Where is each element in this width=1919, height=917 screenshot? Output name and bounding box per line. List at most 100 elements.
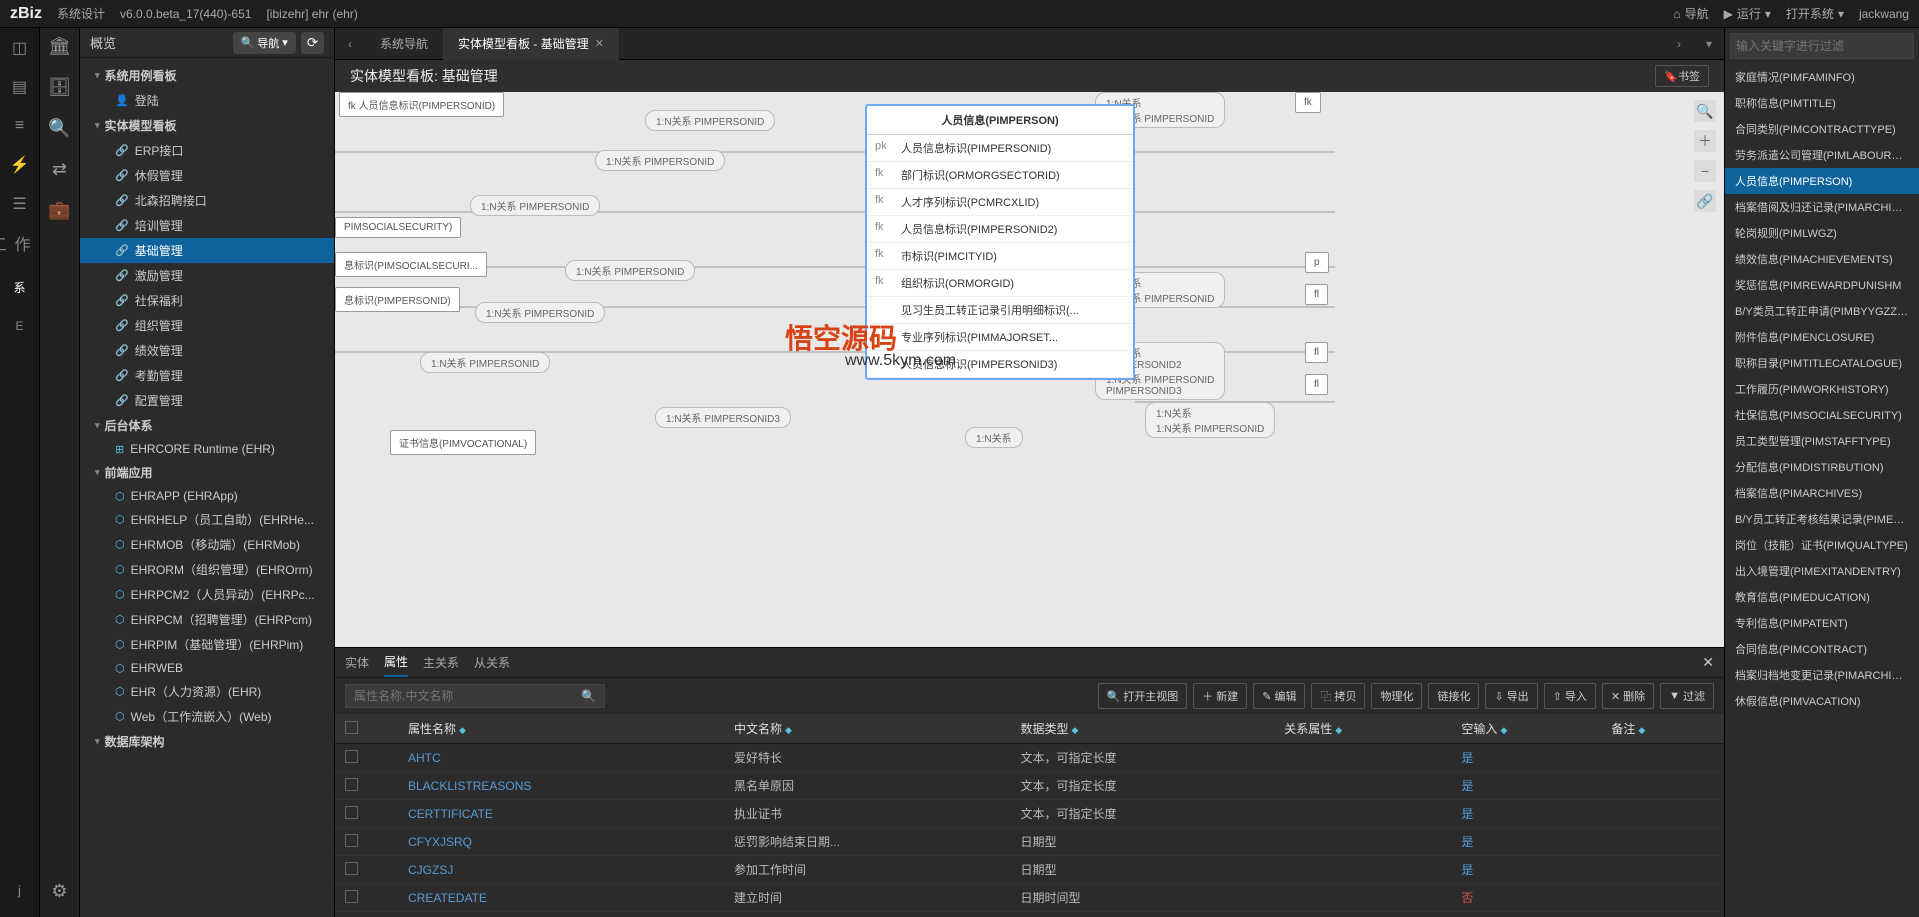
- table-row[interactable]: AHTC爱好特长文本，可指定长度是: [335, 744, 1724, 772]
- physical-button[interactable]: 物理化: [1371, 683, 1422, 709]
- tree-item[interactable]: 🔗培训管理: [80, 213, 334, 238]
- tree-item[interactable]: 🔗社保福利: [80, 288, 334, 313]
- entity-list-item[interactable]: B/Y员工转正考核结果记录(PIMEXAM: [1725, 506, 1919, 532]
- close-icon[interactable]: ✕: [1702, 654, 1714, 671]
- entity-list-item[interactable]: 合同信息(PIMCONTRACT): [1725, 636, 1919, 662]
- entity-box[interactable]: PIMSOCIALSECURITY): [335, 217, 461, 238]
- entity-main-box[interactable]: 人员信息(PIMPERSON) pk人员信息标识(PIMPERSONID)fk部…: [865, 104, 1135, 380]
- search-icon[interactable]: 🔍: [1694, 100, 1716, 122]
- tree-section[interactable]: ▾前端应用: [80, 460, 334, 485]
- tree-item[interactable]: 🔗北森招聘接口: [80, 188, 334, 213]
- close-icon[interactable]: ✕: [595, 37, 604, 50]
- table-row[interactable]: CREATEMAN建立人文本，可指定长度否: [335, 912, 1724, 917]
- entity-list-item[interactable]: 职称目录(PIMTITLECATALOGUE): [1725, 350, 1919, 376]
- entity-list-item[interactable]: 档案信息(PIMARCHIVES): [1725, 480, 1919, 506]
- nav-menu[interactable]: ⌂导航: [1673, 5, 1708, 22]
- entity-field[interactable]: pk人员信息标识(PIMPERSONID): [867, 135, 1133, 162]
- table-row[interactable]: CFYXJSRQ惩罚影响结束日期...日期型是: [335, 828, 1724, 856]
- user-label[interactable]: jackwang: [1859, 7, 1909, 21]
- entity-list-item[interactable]: 岗位（技能）证书(PIMQUALTYPE): [1725, 532, 1919, 558]
- database-icon[interactable]: ≡: [8, 114, 32, 138]
- tree-item[interactable]: 🔗ERP接口: [80, 138, 334, 163]
- fk-box[interactable]: fl: [1305, 284, 1328, 305]
- zoom-out-icon[interactable]: −: [1694, 160, 1716, 182]
- tree-item[interactable]: 🔗休假管理: [80, 163, 334, 188]
- filter-button[interactable]: ▼过滤: [1660, 683, 1714, 709]
- col-type[interactable]: 数据类型◆: [1010, 714, 1274, 744]
- row-checkbox[interactable]: [345, 778, 358, 791]
- tree-item[interactable]: ⬡EHRPCM2（人员异动）(EHRPc...: [80, 582, 334, 607]
- entity-list-item[interactable]: 家庭情况(PIMFAMINFO): [1725, 64, 1919, 90]
- row-checkbox[interactable]: [345, 890, 358, 903]
- table-row[interactable]: CREATEDATE建立时间日期时间型否: [335, 884, 1724, 912]
- export-button[interactable]: ⇩导出: [1485, 683, 1537, 709]
- entity-list-item[interactable]: 社保信息(PIMSOCIALSECURITY): [1725, 402, 1919, 428]
- tree-item[interactable]: ⬡EHRMOB（移动端）(EHRMob): [80, 532, 334, 557]
- briefcase-icon[interactable]: 💼: [48, 200, 70, 221]
- tree-item[interactable]: 👤登陆: [80, 88, 334, 113]
- tree-item[interactable]: 🔗配置管理: [80, 388, 334, 413]
- bolt-icon[interactable]: ⚡: [8, 153, 32, 177]
- entity-field[interactable]: fk组织标识(ORMORGID): [867, 270, 1133, 297]
- e-label[interactable]: E: [8, 314, 32, 338]
- tab-entity[interactable]: 实体: [345, 649, 369, 676]
- tab-attribute[interactable]: 属性: [384, 648, 408, 677]
- import-button[interactable]: ⇧导入: [1544, 683, 1596, 709]
- entity-list-item[interactable]: 轮岗规则(PIMLWGZ): [1725, 220, 1919, 246]
- fk-box[interactable]: fk: [1295, 92, 1321, 113]
- col-name[interactable]: 属性名称◆: [398, 714, 724, 744]
- entity-list-item[interactable]: 人员信息(PIMPERSON): [1725, 168, 1919, 194]
- dashboard-icon[interactable]: ◫: [8, 36, 32, 60]
- entity-list-item[interactable]: 工作履历(PIMWORKHISTORY): [1725, 376, 1919, 402]
- entity-list-item[interactable]: 附件信息(PIMENCLOSURE): [1725, 324, 1919, 350]
- entity-field[interactable]: fk人才序列标识(PCMRCXLID): [867, 189, 1133, 216]
- zoom-in-icon[interactable]: ＋: [1694, 130, 1716, 152]
- tab-sub-rel[interactable]: 从关系: [474, 649, 510, 676]
- list-icon[interactable]: ☰: [8, 192, 32, 216]
- row-checkbox[interactable]: [345, 750, 358, 763]
- new-button[interactable]: ＋新建: [1193, 683, 1247, 709]
- er-diagram[interactable]: fk 人员信息标识(PIMPERSONID) 1:N关系 PIMPERSONID…: [335, 92, 1724, 647]
- fk-box[interactable]: fl: [1305, 342, 1328, 363]
- fk-box[interactable]: fl: [1305, 374, 1328, 395]
- copy-button[interactable]: ⿻拷贝: [1311, 683, 1365, 709]
- entity-list-item[interactable]: 教育信息(PIMEDUCATION): [1725, 584, 1919, 610]
- table-row[interactable]: CERTTIFICATE执业证书文本，可指定长度是: [335, 800, 1724, 828]
- tab-entity-board[interactable]: 实体模型看板 - 基础管理✕: [443, 28, 619, 60]
- entity-list-item[interactable]: 分配信息(PIMDISTIRBUTION): [1725, 454, 1919, 480]
- entity-field[interactable]: 见习生员工转正记录引用明细标识(...: [867, 297, 1133, 324]
- entity-list-item[interactable]: 档案借阅及归还记录(PIMARCHIVES: [1725, 194, 1919, 220]
- tabs-menu[interactable]: ▾: [1694, 37, 1724, 51]
- fk-box[interactable]: p: [1305, 252, 1329, 273]
- tree-item[interactable]: 🔗考勤管理: [80, 363, 334, 388]
- tree-item[interactable]: ⊞EHRCORE Runtime (EHR): [80, 438, 334, 460]
- db-icon[interactable]: 🗄: [48, 77, 71, 98]
- swap-icon[interactable]: ⇄: [52, 159, 67, 180]
- entity-field[interactable]: fk人员信息标识(PIMPERSONID2): [867, 216, 1133, 243]
- tabs-prev[interactable]: ‹: [335, 37, 365, 51]
- entity-list-item[interactable]: B/Y类员工转正申请(PIMBYYGZZSQ: [1725, 298, 1919, 324]
- gear-icon[interactable]: ⚙: [51, 881, 67, 902]
- table-row[interactable]: BLACKLISTREASONS黑名单原因文本，可指定长度是: [335, 772, 1724, 800]
- checkbox-all[interactable]: [345, 721, 358, 734]
- entity-list-item[interactable]: 奖惩信息(PIMREWARDPUNISHM: [1725, 272, 1919, 298]
- tree-section[interactable]: ▾实体模型看板: [80, 113, 334, 138]
- bank-icon[interactable]: 🏛: [48, 36, 71, 57]
- entity-list-item[interactable]: 合同类别(PIMCONTRACTTYPE): [1725, 116, 1919, 142]
- search-icon[interactable]: 🔍: [581, 689, 596, 703]
- col-note[interactable]: 备注◆: [1601, 714, 1724, 744]
- run-menu[interactable]: ▶运行▾: [1724, 5, 1771, 22]
- entity-list-item[interactable]: 职称信息(PIMTITLE): [1725, 90, 1919, 116]
- attr-search-input[interactable]: [354, 689, 581, 703]
- tree-item[interactable]: ⬡EHRORM（组织管理）(EHROrm): [80, 557, 334, 582]
- user-initial[interactable]: j: [8, 878, 32, 902]
- entity-list-item[interactable]: 绩效信息(PIMACHIEVEMENTS): [1725, 246, 1919, 272]
- entity-list-item[interactable]: 档案归档地变更记录(PIMARCHIVES: [1725, 662, 1919, 688]
- tree-item[interactable]: ⬡EHR（人力资源）(EHR): [80, 679, 334, 704]
- tree-section[interactable]: ▾后台体系: [80, 413, 334, 438]
- row-checkbox[interactable]: [345, 834, 358, 847]
- tab-main-rel[interactable]: 主关系: [423, 649, 459, 676]
- row-checkbox[interactable]: [345, 862, 358, 875]
- attr-search[interactable]: 🔍: [345, 684, 605, 708]
- link-button[interactable]: 链接化: [1428, 683, 1479, 709]
